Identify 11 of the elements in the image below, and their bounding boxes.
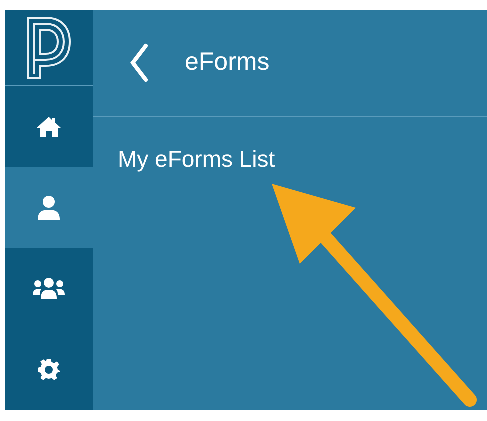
back-chevron-icon[interactable]	[129, 43, 149, 83]
sidebar-item[interactable]	[5, 329, 93, 410]
settings-icon	[37, 358, 61, 382]
sidebar-item[interactable]	[5, 86, 93, 167]
page-title: eForms	[185, 47, 270, 78]
menu-link[interactable]: My eForms List	[118, 142, 276, 176]
home-icon	[36, 116, 62, 138]
logo-icon	[26, 16, 72, 80]
person-icon	[37, 194, 61, 220]
group-icon	[33, 278, 65, 300]
sidebar-item[interactable]	[5, 248, 93, 329]
